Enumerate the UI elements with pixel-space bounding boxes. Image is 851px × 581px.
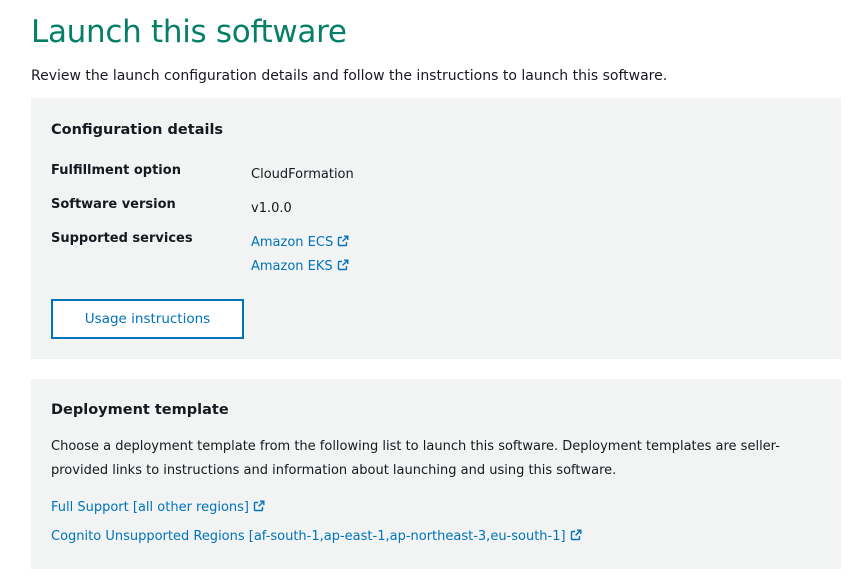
software-version-label: Software version: [51, 197, 176, 212]
configuration-details-panel: Configuration details Fulfillment option…: [31, 98, 841, 359]
launch-software-page: Launch this software Review the launch c…: [0, 0, 851, 581]
cognito-unsupported-regions-template-label: Cognito Unsupported Regions [af-south-1,…: [51, 529, 566, 544]
configuration-details-heading: Configuration details: [51, 122, 224, 138]
deployment-template-description: Choose a deployment template from the fo…: [51, 439, 780, 478]
fulfillment-option-label: Fulfillment option: [51, 163, 181, 178]
deployment-template-panel: Deployment template Choose a deployment …: [31, 379, 841, 569]
amazon-eks-link-label: Amazon EKS: [251, 259, 333, 274]
page-title: Launch this software: [31, 14, 347, 50]
external-link-icon: [570, 529, 582, 541]
full-support-template-label: Full Support [all other regions]: [51, 500, 250, 515]
supported-services-label: Supported services: [51, 231, 193, 246]
software-version-value: v1.0.0: [251, 201, 292, 216]
amazon-ecs-link[interactable]: Amazon ECS: [251, 235, 349, 250]
deployment-template-heading: Deployment template: [51, 402, 229, 418]
cognito-unsupported-regions-template-link[interactable]: Cognito Unsupported Regions [af-south-1,…: [51, 529, 582, 544]
external-link-icon: [338, 235, 349, 247]
full-support-template-link[interactable]: Full Support [all other regions]: [51, 500, 265, 515]
amazon-ecs-link-label: Amazon ECS: [251, 235, 334, 250]
external-link-icon: [253, 500, 265, 512]
page-subtitle: Review the launch configuration details …: [31, 68, 668, 84]
amazon-eks-link[interactable]: Amazon EKS: [251, 259, 349, 274]
external-link-icon: [337, 259, 349, 271]
fulfillment-option-value: CloudFormation: [251, 167, 354, 182]
usage-instructions-button[interactable]: Usage instructions: [51, 299, 244, 339]
